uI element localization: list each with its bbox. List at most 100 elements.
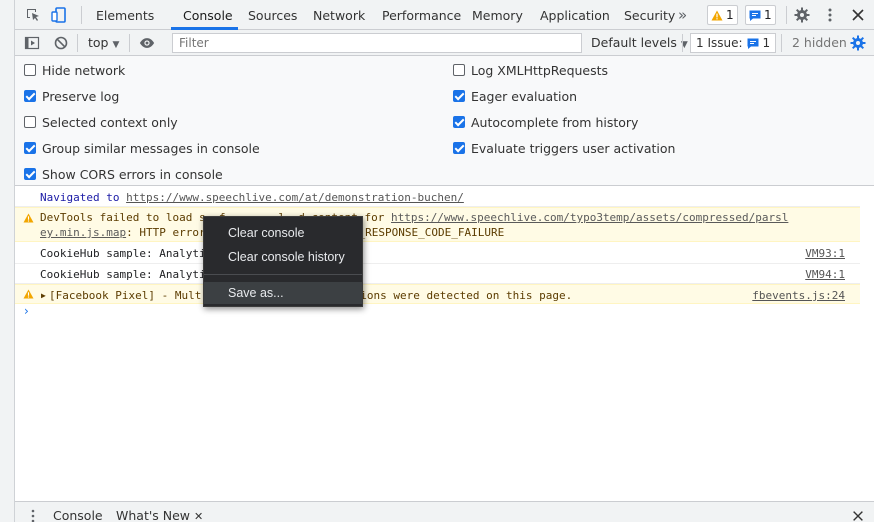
warning-text: [Facebook Pixel] - Mult: [49, 289, 202, 302]
console-prompt-icon[interactable]: ›: [24, 304, 29, 318]
console-toolbar: top ▼ Default levels ▼ 1 Issue: 1 2 hidd…: [15, 30, 874, 56]
console-settings-gear-icon[interactable]: [850, 35, 866, 51]
warning-icon: [711, 10, 723, 20]
message-icon: [749, 10, 761, 21]
issues-button[interactable]: 1 Issue: 1: [690, 33, 777, 53]
checkbox[interactable]: [453, 116, 465, 128]
warnings-badge[interactable]: 1: [707, 5, 738, 25]
device-toolbar-icon[interactable]: [51, 7, 67, 23]
close-tab-icon[interactable]: ✕: [194, 510, 203, 522]
option-label: Group similar messages in console: [42, 140, 260, 156]
option-label: Selected context only: [42, 114, 178, 130]
log-levels-dropdown[interactable]: Default levels ▼: [591, 30, 688, 58]
sidebar-toggle-icon[interactable]: [24, 35, 40, 51]
tab-performance[interactable]: Performance: [382, 0, 461, 30]
navigated-url-link[interactable]: https://www.speechlive.com/at/demonstrat…: [126, 191, 464, 204]
drawer-menu-icon[interactable]: [25, 508, 41, 522]
option-log-xhr[interactable]: Log XMLHttpRequests: [453, 61, 608, 79]
separator: [77, 34, 78, 52]
more-tabs-icon[interactable]: »: [678, 0, 687, 30]
separator: [781, 34, 782, 52]
console-message-warning: DevTools failed to load s f l d content …: [15, 207, 860, 242]
inspect-element-icon[interactable]: [25, 7, 41, 23]
tab-network[interactable]: Network: [313, 0, 365, 30]
tab-console[interactable]: Console: [183, 0, 233, 30]
warning-icon: [23, 213, 34, 223]
checkbox[interactable]: [453, 64, 465, 76]
warning-text: DevTools failed to load s: [40, 211, 206, 224]
context-selector[interactable]: top ▼: [88, 30, 119, 58]
source-link[interactable]: fbevents.js:24: [752, 289, 845, 302]
checkbox[interactable]: [24, 64, 36, 76]
console-settings-panel: Hide network Preserve log Selected conte…: [15, 56, 874, 186]
live-expression-eye-icon[interactable]: [139, 35, 155, 51]
log-text: CookieHub sample: Analyti: [40, 268, 206, 281]
checkbox[interactable]: [24, 90, 36, 102]
menu-item-clear-console[interactable]: Clear console: [204, 222, 362, 244]
checkbox[interactable]: [453, 142, 465, 154]
issues-count: 1: [762, 36, 771, 50]
checkbox[interactable]: [24, 168, 36, 180]
option-evaluate-triggers[interactable]: Evaluate triggers user activation: [453, 139, 675, 157]
checkbox[interactable]: [453, 90, 465, 102]
option-label: Hide network: [42, 62, 126, 78]
close-drawer-icon[interactable]: [850, 508, 866, 522]
navigated-prefix: Navigated to: [40, 191, 127, 204]
separator: [682, 34, 683, 52]
console-messages: Navigated to https://www.speechlive.com/…: [15, 187, 874, 501]
warning-text: : HTTP error: [126, 226, 206, 239]
tab-security[interactable]: Security: [624, 0, 675, 30]
option-label: Eager evaluation: [471, 88, 578, 104]
option-label: Autocomplete from history: [471, 114, 639, 130]
issues-label: 1 Issue:: [696, 36, 743, 50]
messages-badge[interactable]: 1: [745, 5, 776, 25]
option-label: Show CORS errors in console: [42, 166, 223, 182]
clear-console-icon[interactable]: [53, 35, 69, 51]
warning-icon: [23, 289, 34, 299]
source-link[interactable]: VM93:1: [805, 247, 845, 260]
sourcemap-url-link-cont[interactable]: ey.min.js.map: [40, 226, 126, 239]
option-group-similar[interactable]: Group similar messages in console: [24, 139, 260, 157]
option-autocomplete-history[interactable]: Autocomplete from history: [453, 113, 638, 131]
drawer-tab-whats-new[interactable]: What's New ✕: [116, 502, 203, 522]
checkbox[interactable]: [24, 142, 36, 154]
tab-memory[interactable]: Memory: [472, 0, 523, 30]
option-label: Evaluate triggers user activation: [471, 140, 676, 156]
context-value: top: [88, 35, 109, 50]
context-menu: Clear console Clear console history Save…: [203, 216, 363, 307]
source-link[interactable]: VM94:1: [805, 268, 845, 281]
close-icon[interactable]: [850, 7, 866, 23]
option-hide-network[interactable]: Hide network: [24, 61, 125, 79]
option-preserve-log[interactable]: Preserve log: [24, 87, 119, 105]
menu-separator: [204, 274, 362, 275]
separator: [129, 34, 130, 52]
filter-input[interactable]: [172, 33, 582, 53]
more-options-icon[interactable]: [822, 7, 838, 23]
tab-sources[interactable]: Sources: [248, 0, 297, 30]
menu-item-clear-console-history[interactable]: Clear console history: [204, 246, 362, 268]
option-selected-context-only[interactable]: Selected context only: [24, 113, 178, 131]
console-message-warning: ▶ [Facebook Pixel] - Mult ing versions we…: [15, 284, 860, 304]
checkbox[interactable]: [24, 116, 36, 128]
console-message-log: CookieHub sample: Analyti VM93:1: [15, 243, 860, 264]
drawer-tab-label: What's New: [116, 508, 191, 522]
issue-message-icon: [747, 38, 759, 49]
expand-triangle-icon[interactable]: ▶: [41, 291, 46, 300]
log-text: CookieHub sample: Analyti: [40, 247, 206, 260]
menu-item-save-as[interactable]: Save as...: [204, 282, 362, 304]
separator: [786, 6, 787, 24]
gear-icon[interactable]: [794, 7, 810, 23]
option-label: Log XMLHttpRequests: [471, 62, 609, 78]
devtools-tabbar: Elements Console Sources Network Perform…: [15, 0, 874, 30]
option-eager-evaluation[interactable]: Eager evaluation: [453, 87, 577, 105]
hidden-messages-count: 2 hidden: [792, 35, 847, 50]
dropdown-arrow-icon: ▼: [112, 40, 120, 50]
console-message-navigated: Navigated to https://www.speechlive.com/…: [15, 187, 860, 207]
drawer-tab-console[interactable]: Console: [53, 502, 103, 522]
sourcemap-url-link[interactable]: https://www.speechlive.com/typo3temp/ass…: [391, 211, 788, 224]
tab-elements[interactable]: Elements: [96, 0, 154, 30]
option-show-cors-errors[interactable]: Show CORS errors in console: [24, 165, 223, 183]
tab-application[interactable]: Application: [540, 0, 610, 30]
left-edge: [0, 0, 15, 522]
console-message-log: CookieHub sample: Analyti VM94:1: [15, 264, 860, 284]
